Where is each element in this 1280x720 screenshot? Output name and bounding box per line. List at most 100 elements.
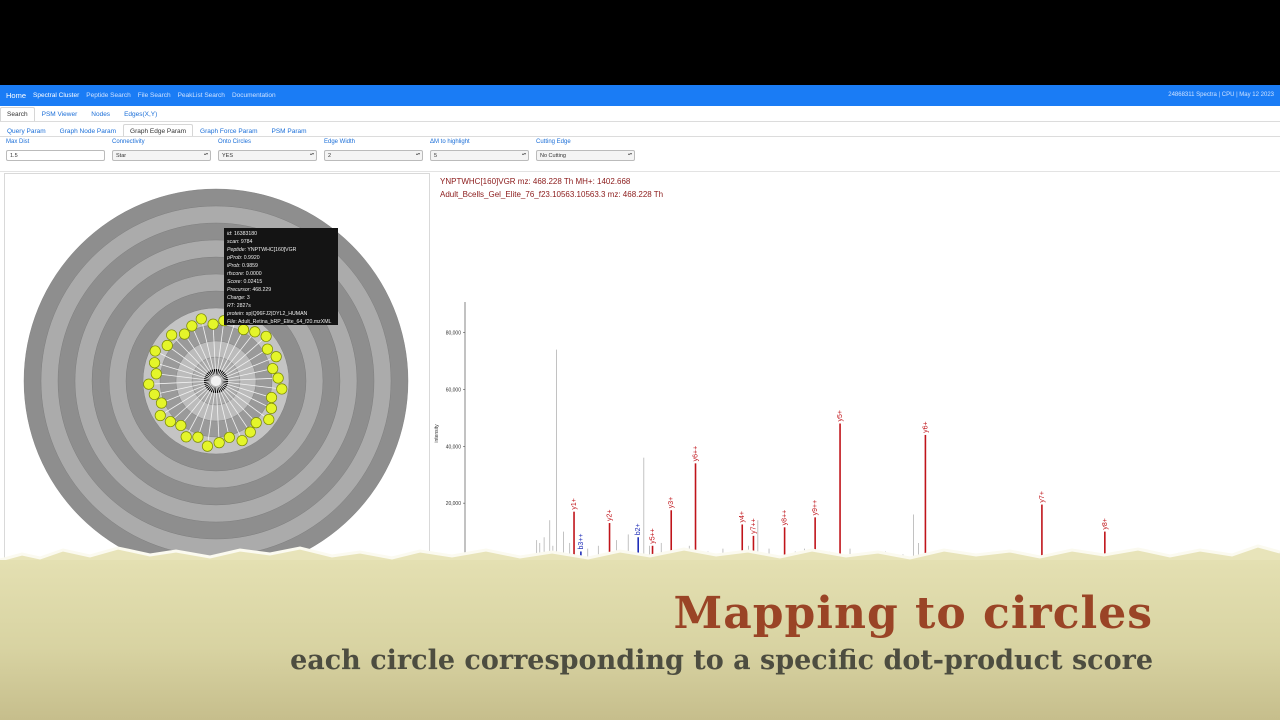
peak-label: y6+ (922, 421, 929, 432)
edge-width-select[interactable]: 2 (324, 150, 423, 161)
graph-node[interactable] (213, 437, 225, 449)
edge-width-param: Edge Width 2 (324, 139, 423, 161)
peaks: y1+y2+b2+b3++ y5++y3+y6++y4+y7++y8++y9++y… (536, 349, 1206, 560)
node-tooltip: id: 16383180 scan: 9784 Peptide: YNPTWHC… (224, 228, 338, 325)
connectivity-param: Connectivity Star (112, 139, 211, 161)
graph-node[interactable] (166, 329, 178, 341)
spectrum-file-info: Adult_Bcells_Gel_Elite_76_f23.10563.1056… (440, 190, 664, 199)
tooltip-scan: 9784 (240, 239, 253, 245)
graph-node[interactable] (148, 388, 160, 401)
nav-file-search[interactable]: File Search (138, 92, 171, 99)
tooltip-iprob: 0.9859 (242, 263, 258, 269)
max-dist-input[interactable]: 1.5 (6, 150, 105, 161)
edge-width-label: Edge Width (324, 139, 356, 145)
tooltip-pprob: 0.9920 (243, 255, 260, 261)
graph-node[interactable] (164, 416, 176, 428)
tooltip-rt: 2827s (236, 303, 251, 309)
tab-search[interactable]: Search (0, 107, 35, 121)
peak-label: y5+ (837, 410, 844, 421)
max-dist-param: Max Dist 1.5 (6, 139, 105, 161)
graph-node[interactable] (161, 339, 173, 352)
graph-node[interactable] (270, 351, 282, 363)
graph-node[interactable] (263, 413, 275, 426)
graph-node[interactable] (244, 426, 256, 438)
graph-node[interactable] (207, 318, 219, 330)
graph-node[interactable] (265, 391, 278, 404)
tab-psm-viewer[interactable]: PSM Viewer (35, 107, 85, 121)
graph-node[interactable] (261, 343, 273, 355)
graph-node[interactable] (180, 431, 192, 443)
cutting-edge-param: Cutting Edge No Cutting (536, 139, 635, 161)
peak-label: b2+ (635, 523, 642, 535)
cutting-edge-select[interactable]: No Cutting (536, 150, 635, 161)
y-tick-label: 40,000 (446, 444, 462, 450)
spectrum-peptide-info: YNPTWHC[160]VGR mz: 468.228 Th MH+: 1402… (440, 177, 631, 186)
tooltip-score: 0.02415 (243, 279, 263, 285)
tab-edges[interactable]: Edges(X,Y) (117, 107, 164, 121)
nav-documentation[interactable]: Documentation (232, 92, 276, 99)
peak-label: y7++ (750, 518, 757, 534)
connectivity-select[interactable]: Star (112, 150, 211, 161)
graph-node[interactable] (223, 431, 235, 443)
connectivity-label: Connectivity (112, 139, 145, 145)
graph-node[interactable] (175, 419, 187, 432)
graph-node[interactable] (192, 431, 204, 443)
graph-node[interactable] (260, 330, 272, 342)
graph-node[interactable] (154, 409, 166, 422)
onto-circles-param: Onto Circles YES (218, 139, 317, 161)
peak-label: y8++ (782, 510, 789, 526)
cutting-edge-label: Cutting Edge (536, 139, 571, 145)
peak-label: y2+ (607, 510, 614, 521)
nav-spectral-cluster[interactable]: Spectral Cluster (33, 92, 79, 99)
y-tick-label: 60,000 (446, 387, 462, 393)
peak-label: y8+ (1102, 518, 1109, 529)
main-tabs: Search PSM Viewer Nodes Edges(X,Y) (0, 107, 164, 121)
status-text: 24868311 Spectra | CPU | May 12 2023 (1168, 92, 1274, 98)
peak-label: y7+ (1039, 491, 1046, 502)
peak-label: y9++ (812, 500, 819, 516)
caption-title: Mapping to circles (673, 588, 1153, 639)
tab-divider (0, 121, 1280, 122)
graph-node[interactable] (155, 397, 168, 409)
tooltip-file: Adult_Retina_bRP_Elite_64_f20.mzXML (237, 319, 332, 325)
onto-circles-label: Onto Circles (218, 139, 252, 145)
tooltip-rfscore: 0.0000 (245, 271, 262, 277)
y-tick-label: 20,000 (446, 501, 462, 507)
peak-label: y4+ (739, 511, 746, 522)
cluster-graph[interactable] (5, 174, 429, 565)
graph-node[interactable] (276, 383, 288, 395)
spectrum-chart: 020,00040,00060,00080,00002004006008001,… (434, 302, 1250, 564)
tooltip-peptide: YNPTWHC[160]VGR (247, 247, 297, 253)
tooltip-protein: sp|Q96FJ2|DYL2_HUMAN (245, 311, 308, 317)
graph-node[interactable] (267, 363, 279, 375)
tooltip-precursor: 468.229 (252, 287, 272, 293)
graph-node[interactable] (149, 345, 161, 357)
delta-m-label: ΔM to highlight (430, 139, 470, 145)
graph-node[interactable] (149, 357, 161, 369)
onto-circles-select[interactable]: YES (218, 150, 317, 161)
graph-node[interactable] (201, 440, 213, 452)
graph-node[interactable] (249, 326, 261, 338)
y-tick-label: 80,000 (446, 331, 462, 337)
graph-node[interactable] (272, 372, 284, 384)
delta-m-select[interactable]: 5 (430, 150, 529, 161)
graph-node[interactable] (250, 417, 262, 429)
peak-label: y6++ (693, 446, 700, 462)
max-dist-label: Max Dist (6, 139, 30, 145)
caption-subtitle: each circle corresponding to a specific … (290, 645, 1153, 676)
graph-node[interactable] (143, 378, 155, 390)
nav-home-link[interactable]: Home (6, 91, 26, 100)
nav-peaklist-search[interactable]: PeakList Search (178, 92, 225, 99)
peak-label: y3+ (668, 497, 675, 508)
graph-node[interactable] (178, 328, 191, 340)
graph-node[interactable] (265, 402, 277, 414)
navbar: Home Spectral Cluster Peptide Search Fil… (0, 85, 1280, 106)
tab-nodes[interactable]: Nodes (84, 107, 117, 121)
graph-node[interactable] (195, 313, 207, 325)
graph-node[interactable] (236, 435, 248, 447)
graph-panel (4, 173, 430, 565)
nav-peptide-search[interactable]: Peptide Search (86, 92, 130, 99)
tooltip-id: 16383180 (233, 231, 258, 237)
graph-node[interactable] (150, 368, 162, 380)
graph-node[interactable] (186, 320, 198, 332)
